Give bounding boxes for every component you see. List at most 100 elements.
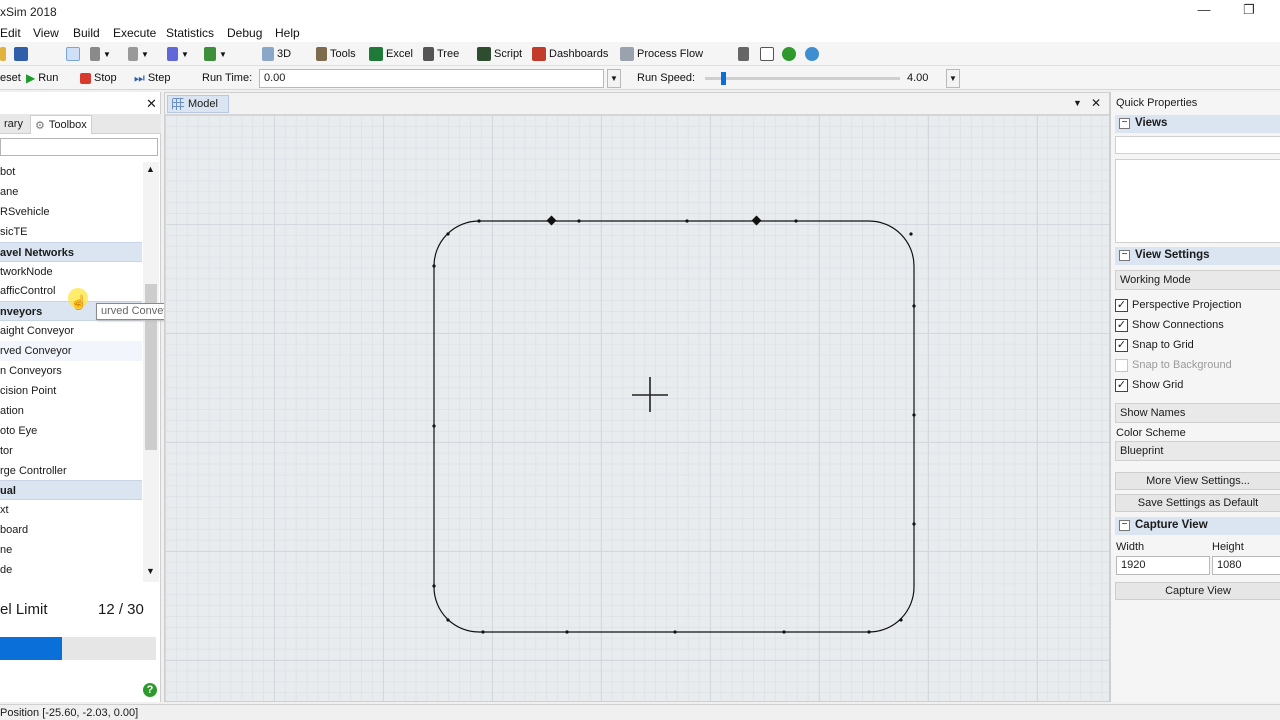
menu-build[interactable]: Build — [73, 26, 100, 40]
scroll-up-icon[interactable]: ▲ — [146, 164, 155, 174]
process-flow-button[interactable]: Process Flow — [620, 46, 703, 62]
capture-view-section-header[interactable]: − Capture View — [1115, 517, 1280, 535]
close-panel-icon[interactable]: ✕ — [146, 96, 157, 112]
width-label: Width — [1116, 541, 1145, 553]
tab-model[interactable]: Model — [167, 95, 229, 113]
show-names-field[interactable]: Show Names — [1115, 403, 1280, 423]
library-category-header[interactable]: avel Networks — [0, 241, 142, 262]
library-item[interactable]: tor — [0, 441, 142, 461]
view-settings-section-header[interactable]: − View Settings — [1115, 247, 1280, 265]
globe-icon[interactable] — [805, 46, 819, 62]
checkbox-checked-icon[interactable]: ✓ — [1115, 318, 1128, 332]
menu-debug[interactable]: Debug — [227, 26, 262, 40]
dashboards-button[interactable]: Dashboards — [532, 46, 608, 62]
connect-mode-icon[interactable]: ▼ — [90, 46, 111, 62]
views-section-header[interactable]: − Views — [1115, 115, 1280, 133]
views-selector[interactable] — [1115, 136, 1280, 154]
save-settings-default-button[interactable]: Save Settings as Default — [1115, 494, 1280, 512]
run-speed-label: Run Speed: — [637, 72, 696, 84]
library-item[interactable]: de — [0, 560, 142, 580]
minimize-button[interactable]: — — [1186, 2, 1222, 22]
layout-icon[interactable] — [738, 46, 749, 62]
stop-icon — [80, 72, 91, 84]
tab-menu-icon[interactable]: ▼ — [1073, 98, 1082, 108]
reset-button[interactable]: eset — [0, 70, 21, 86]
checkbox-checked-icon[interactable]: ✓ — [1115, 378, 1128, 392]
library-item[interactable]: bot — [0, 162, 142, 182]
conveyor-loop[interactable] — [165, 115, 1109, 701]
capture-width-input[interactable]: 1920 — [1116, 556, 1210, 575]
views-list[interactable] — [1115, 159, 1280, 243]
library-item[interactable]: tworkNode — [0, 262, 142, 282]
collapse-icon: − — [1119, 250, 1130, 261]
menu-help[interactable]: Help — [275, 26, 300, 40]
library-item[interactable]: board — [0, 520, 142, 540]
model-tab-bar: Model ▼ ✕ — [165, 93, 1109, 115]
restore-button[interactable]: ❐ — [1231, 2, 1267, 22]
capture-height-input[interactable]: 1080 — [1212, 556, 1280, 575]
run-time-dropdown[interactable]: ▼ — [607, 69, 621, 88]
library-item[interactable]: sicTE — [0, 222, 142, 242]
step-button[interactable]: ⏭ Step — [134, 70, 170, 86]
scroll-down-icon[interactable]: ▼ — [146, 566, 155, 576]
color-scheme-select[interactable]: Blueprint — [1115, 441, 1280, 461]
tab-library[interactable]: rary — [0, 115, 27, 134]
library-item[interactable]: aight Conveyor — [0, 321, 142, 341]
stop-button[interactable]: Stop — [80, 70, 117, 86]
library-item[interactable]: ation — [0, 401, 142, 421]
save-icon[interactable] — [14, 46, 28, 62]
library-panel: ✕ rary ⚙ Toolbox bot ane RSvehicle sicTE avel… — [0, 92, 184, 702]
run-time-field[interactable]: 0.00 — [259, 69, 604, 88]
view-3d-button[interactable]: 3D — [262, 46, 291, 62]
excel-button[interactable]: Excel — [369, 46, 413, 62]
view-setting-checkbox[interactable]: ✓ Show Grid — [1115, 376, 1183, 394]
library-item[interactable]: ne — [0, 540, 142, 560]
checkbox-empty-icon[interactable] — [1115, 358, 1128, 372]
dashboards-icon — [532, 47, 546, 61]
view-setting-checkbox[interactable]: ✓ Perspective Projection — [1115, 296, 1241, 314]
view-setting-checkbox[interactable]: ✓ Snap to Grid — [1115, 336, 1194, 354]
run-speed-thumb[interactable] — [720, 72, 726, 85]
library-item[interactable]: xt — [0, 500, 142, 520]
view-setting-checkbox[interactable]: ✓ Show Connections — [1115, 316, 1224, 334]
open-icon[interactable] — [0, 46, 6, 62]
collapse-icon: − — [1119, 118, 1130, 129]
checkbox-checked-icon[interactable]: ✓ — [1115, 298, 1128, 312]
help-icon[interactable]: ? — [143, 683, 157, 697]
group-mode-icon[interactable]: ▼ — [128, 46, 149, 62]
more-view-settings-button[interactable]: More View Settings... — [1115, 472, 1280, 490]
capture-view-button[interactable]: Capture View — [1115, 582, 1280, 600]
view-setting-checkbox[interactable]: Snap to Background — [1115, 356, 1232, 374]
library-item[interactable]: cision Point — [0, 381, 142, 401]
menu-statistics[interactable]: Statistics — [166, 26, 214, 40]
script-button[interactable]: Script — [477, 46, 522, 62]
help-icon[interactable] — [782, 46, 796, 62]
tools-button[interactable]: Tools — [316, 46, 356, 62]
run-speed-dropdown[interactable]: ▼ — [946, 69, 960, 88]
checkbox-checked-icon[interactable]: ✓ — [1115, 338, 1128, 352]
library-category-header[interactable]: ual — [0, 480, 142, 501]
library-scrollbar[interactable]: ▲ ▼ — [143, 162, 159, 582]
window-icon[interactable] — [760, 46, 774, 62]
tree-button[interactable]: Tree — [423, 46, 459, 62]
menu-edit[interactable]: Edit — [0, 26, 21, 40]
library-item[interactable]: n Conveyors — [0, 361, 142, 381]
library-item[interactable]: rge Controller — [0, 461, 142, 481]
tab-toolbox[interactable]: ⚙ Toolbox — [30, 115, 92, 134]
model-grid[interactable] — [165, 115, 1109, 701]
menu-view[interactable]: View — [33, 26, 59, 40]
library-item[interactable]: RSvehicle — [0, 202, 142, 222]
close-tab-icon[interactable]: ✕ — [1091, 96, 1101, 110]
collapse-icon: − — [1119, 520, 1130, 531]
library-item[interactable]: oto Eye — [0, 421, 142, 441]
pointer-mode-icon[interactable] — [66, 46, 80, 62]
library-search-input[interactable] — [0, 138, 158, 156]
display-icon[interactable]: ▼ — [204, 46, 227, 62]
run-button[interactable]: ▶ Run — [26, 70, 58, 86]
library-item[interactable]: ane — [0, 182, 142, 202]
shape-icon[interactable]: ▼ — [167, 46, 189, 62]
working-mode-field[interactable]: Working Mode — [1115, 270, 1280, 290]
library-item[interactable]: rved Conveyor — [0, 341, 142, 362]
menu-execute[interactable]: Execute — [113, 26, 156, 40]
run-speed-track[interactable] — [705, 72, 900, 85]
